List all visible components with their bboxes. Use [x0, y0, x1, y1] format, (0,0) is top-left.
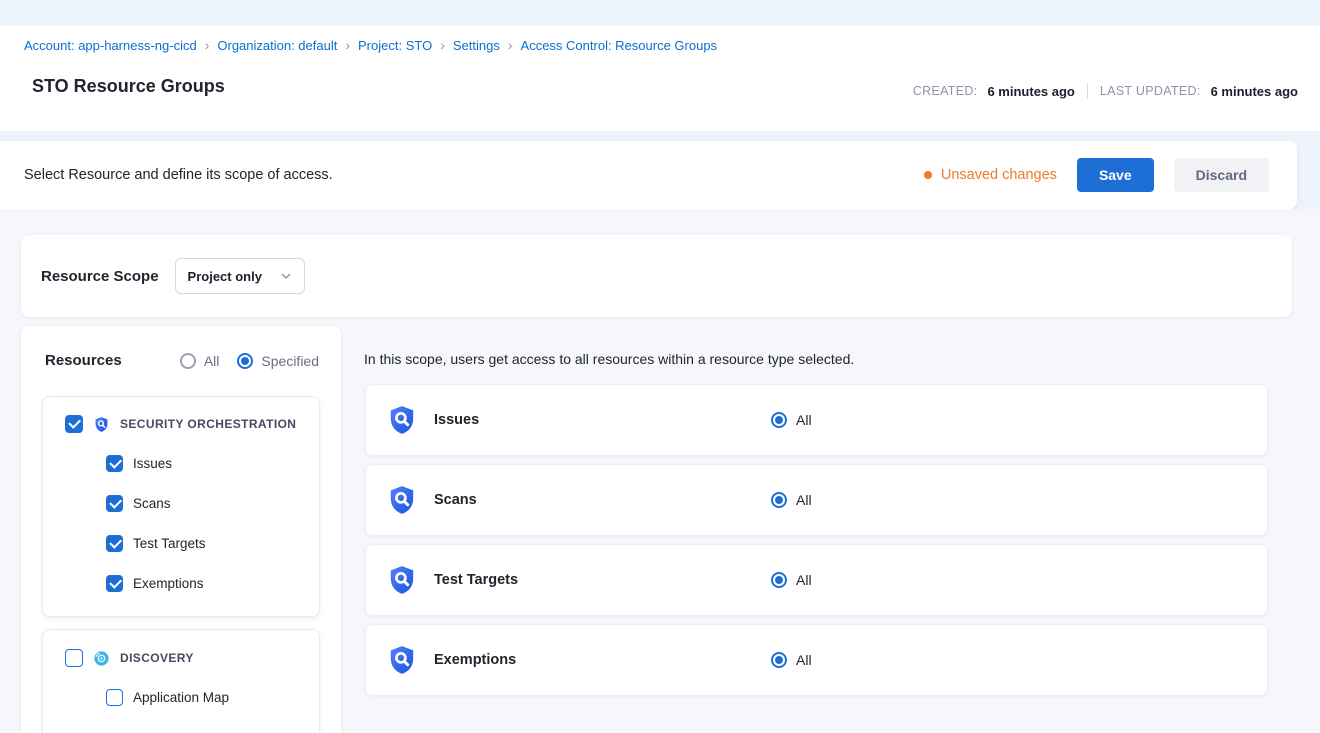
- breadcrumb-separator-icon: ›: [205, 38, 210, 52]
- shield-search-icon: [386, 484, 418, 516]
- unsaved-changes-indicator: Unsaved changes: [924, 167, 1057, 183]
- resource-scope-label: Resource Scope: [41, 268, 159, 285]
- resource-group-security-orchestration: SECURITY ORCHESTRATION Issues Scans Test…: [42, 396, 320, 617]
- access-label: All: [796, 652, 812, 668]
- checkbox-discovery[interactable]: [65, 649, 83, 667]
- page-title: STO Resource Groups: [32, 76, 225, 97]
- radio-icon[interactable]: [771, 572, 787, 588]
- child-label: Issues: [133, 456, 172, 471]
- access-label: All: [796, 572, 812, 588]
- radio-icon[interactable]: [771, 492, 787, 508]
- tree-row-exemptions: Exemptions: [106, 575, 204, 592]
- created-value: 6 minutes ago: [987, 84, 1074, 99]
- breadcrumb-item-account[interactable]: Account: app-harness-ng-cicd: [24, 38, 197, 53]
- shield-search-icon: [386, 564, 418, 596]
- breadcrumb-item-project[interactable]: Project: STO: [358, 38, 432, 53]
- breadcrumb-item-organization[interactable]: Organization: default: [217, 38, 337, 53]
- checkbox-scans[interactable]: [106, 495, 123, 512]
- breadcrumb-separator-icon: ›: [345, 38, 350, 52]
- unsaved-changes-label: Unsaved changes: [941, 167, 1057, 183]
- tree-row-issues: Issues: [106, 455, 172, 472]
- access-radio-all[interactable]: All: [771, 652, 812, 668]
- page-header: Account: app-harness-ng-cicd › Organizat…: [0, 26, 1320, 131]
- checkbox-issues[interactable]: [106, 455, 123, 472]
- breadcrumb-item-access-control[interactable]: Access Control: Resource Groups: [521, 38, 718, 53]
- resource-scope-selected-value: Project only: [188, 269, 262, 284]
- scope-description: In this scope, users get access to all r…: [364, 351, 854, 367]
- tree-row-scans: Scans: [106, 495, 171, 512]
- resource-card-label: Scans: [434, 492, 477, 508]
- chevron-down-icon: [280, 270, 292, 282]
- access-radio-all[interactable]: All: [771, 412, 812, 428]
- resource-scope-card: Resource Scope Project only: [21, 235, 1292, 317]
- radio-icon[interactable]: [771, 412, 787, 428]
- radio-option-specified[interactable]: Specified: [237, 353, 319, 369]
- resource-card-label: Exemptions: [434, 652, 516, 668]
- radio-icon[interactable]: [237, 353, 253, 369]
- resources-panel: Resources All Specified SECURITY ORCHEST…: [21, 326, 341, 733]
- breadcrumb-separator-icon: ›: [440, 38, 445, 52]
- resource-card-label: Test Targets: [434, 572, 518, 588]
- resource-card-exemptions: Exemptions All: [365, 624, 1268, 696]
- child-label: Test Targets: [133, 536, 206, 551]
- resource-card-scans: Scans All: [365, 464, 1268, 536]
- resource-card-test-targets: Test Targets All: [365, 544, 1268, 616]
- divider: [1087, 83, 1088, 99]
- last-updated-value: 6 minutes ago: [1211, 84, 1298, 99]
- child-label: Application Map: [133, 690, 229, 705]
- last-updated-label: LAST UPDATED:: [1100, 84, 1201, 98]
- group-label: SECURITY ORCHESTRATION: [120, 417, 296, 431]
- checkbox-application-map[interactable]: [106, 689, 123, 706]
- checkbox-security-orchestration[interactable]: [65, 415, 83, 433]
- breadcrumb: Account: app-harness-ng-cicd › Organizat…: [24, 38, 717, 53]
- breadcrumb-separator-icon: ›: [508, 38, 513, 52]
- toolbar-description: Select Resource and define its scope of …: [24, 167, 333, 183]
- toolbar: Select Resource and define its scope of …: [0, 141, 1297, 209]
- shield-search-icon: [386, 404, 418, 436]
- checkbox-test-targets[interactable]: [106, 535, 123, 552]
- created-label: CREATED:: [913, 84, 978, 98]
- save-button[interactable]: Save: [1077, 158, 1154, 192]
- radio-icon[interactable]: [771, 652, 787, 668]
- resource-card-issues: Issues All: [365, 384, 1268, 456]
- access-label: All: [796, 412, 812, 428]
- child-label: Scans: [133, 496, 171, 511]
- discard-button[interactable]: Discard: [1174, 158, 1269, 192]
- discovery-icon: [93, 650, 110, 667]
- access-radio-all[interactable]: All: [771, 572, 812, 588]
- shield-search-icon: [386, 644, 418, 676]
- breadcrumb-item-settings[interactable]: Settings: [453, 38, 500, 53]
- radio-option-all[interactable]: All: [180, 353, 220, 369]
- group-label: DISCOVERY: [120, 651, 194, 665]
- access-label: All: [796, 492, 812, 508]
- checkbox-exemptions[interactable]: [106, 575, 123, 592]
- resource-group-discovery: DISCOVERY Application Map: [42, 629, 320, 733]
- tree-row-discovery: DISCOVERY: [65, 649, 194, 667]
- access-radio-all[interactable]: All: [771, 492, 812, 508]
- unsaved-dot-icon: [924, 171, 932, 179]
- radio-icon[interactable]: [180, 353, 196, 369]
- tree-row-application-map: Application Map: [106, 689, 229, 706]
- tree-row-security-orchestration: SECURITY ORCHESTRATION: [65, 415, 296, 433]
- resources-panel-title: Resources: [45, 352, 122, 369]
- shield-search-icon: [93, 416, 110, 433]
- resource-card-label: Issues: [434, 412, 479, 428]
- radio-option-specified-label: Specified: [261, 353, 319, 369]
- resources-mode-radio-group: All Specified: [180, 353, 319, 369]
- timestamps: CREATED: 6 minutes ago LAST UPDATED: 6 m…: [913, 83, 1298, 99]
- tree-row-test-targets: Test Targets: [106, 535, 206, 552]
- child-label: Exemptions: [133, 576, 204, 591]
- radio-option-all-label: All: [204, 353, 220, 369]
- resource-scope-select[interactable]: Project only: [175, 258, 305, 294]
